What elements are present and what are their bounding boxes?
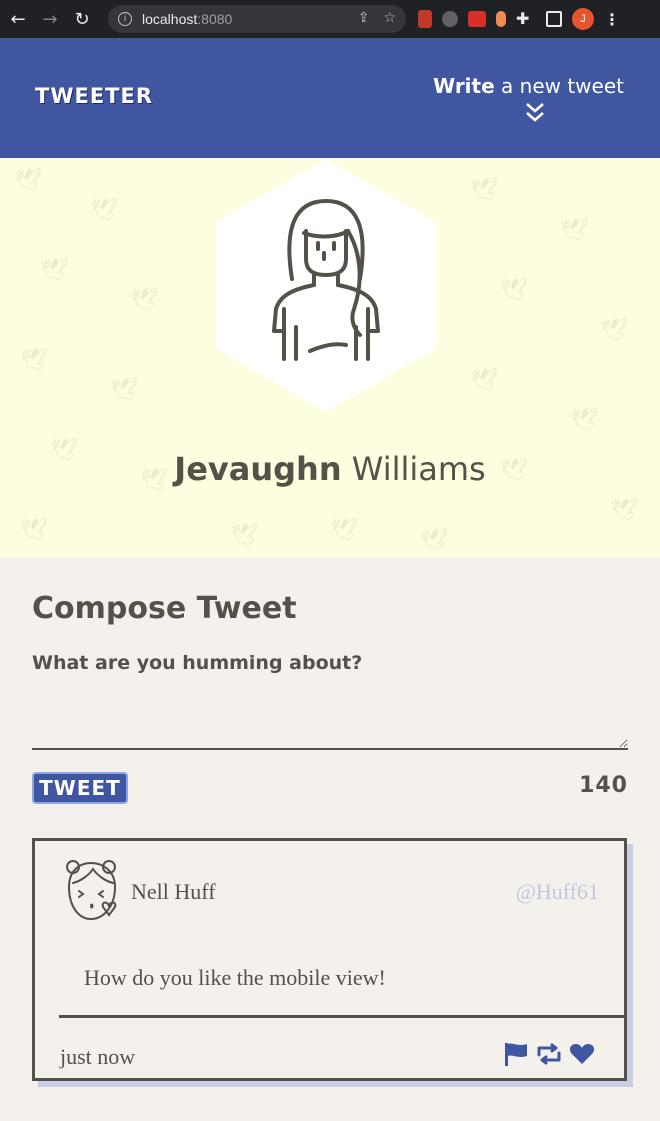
profile-avatar[interactable]: J — [572, 8, 594, 30]
extension-capsule-icon[interactable] — [496, 11, 506, 27]
profile-first-name: Jevaughn — [174, 450, 342, 488]
write-bold: Write — [433, 74, 495, 98]
bird-pattern-icon: 🕊 — [40, 258, 68, 283]
tweet-author-name: Nell Huff — [131, 879, 216, 904]
forward-icon[interactable]: → — [36, 5, 64, 33]
heart-icon[interactable] — [569, 1043, 595, 1065]
bird-pattern-icon: 🕊 — [130, 288, 158, 313]
profile-header: 🕊 🕊 🕊 🕊 🕊 🕊 🕊 🕊 🕊 🕊 🕊 🕊 🕊 🕊 🕊 🕊 🕊 🕊 🕊 🕊 — [0, 158, 660, 558]
double-chevron-down-icon[interactable] — [525, 102, 545, 124]
share-icon[interactable]: ⇪ — [358, 10, 370, 26]
compose-actions: TWEET 140 — [32, 772, 628, 832]
browser-toolbar: ← → ↻ i localhost:8080 ⇪ ☆ ✚ J ⋮ — [0, 0, 660, 38]
side-panel-icon[interactable] — [546, 11, 562, 27]
bird-pattern-icon: 🕊 — [600, 318, 628, 343]
bird-pattern-icon: 🕊 — [560, 218, 588, 243]
bird-pattern-icon: 🕊 — [500, 278, 528, 303]
url-port: :8080 — [197, 11, 233, 27]
brand-logo[interactable]: TWEETER — [35, 84, 153, 108]
bird-pattern-icon: 🕊 — [610, 498, 638, 523]
compose-title: Compose Tweet — [32, 591, 297, 626]
tweet-content: How do you like the mobile view! — [84, 965, 386, 990]
retweet-icon[interactable] — [535, 1043, 563, 1065]
bird-pattern-icon: 🕊 — [570, 408, 598, 433]
bird-pattern-icon: 🕊 — [90, 198, 118, 223]
bird-pattern-icon: 🕊 — [110, 378, 138, 403]
browser-menu-icon[interactable]: ⋮ — [604, 10, 620, 29]
write-rest: a new tweet — [501, 74, 624, 98]
character-counter: 140 — [579, 773, 628, 798]
bookmark-star-icon[interactable]: ☆ — [383, 10, 396, 26]
back-icon[interactable]: ← — [4, 5, 32, 33]
tweet-actions — [503, 1042, 595, 1066]
profile-last-name: Williams — [351, 450, 486, 488]
extension-video-icon[interactable] — [468, 11, 486, 27]
tweet-card: Nell Huff @Huff61 How do you like the mo… — [32, 838, 627, 1081]
profile-name: Jevaughn Williams — [0, 450, 660, 488]
site-info-icon[interactable]: i — [118, 12, 132, 26]
tweet-avatar — [66, 860, 117, 921]
bird-pattern-icon: 🕊 — [330, 518, 358, 543]
extension-cookie-icon[interactable] — [442, 11, 458, 27]
write-tweet-link[interactable]: Write a new tweet — [433, 74, 624, 98]
app-nav: TWEETER Write a new tweet — [0, 38, 660, 158]
tweet-textarea[interactable] — [32, 690, 628, 750]
address-bar[interactable]: i localhost:8080 ⇪ ☆ — [108, 5, 406, 33]
reload-icon[interactable]: ↻ — [68, 5, 96, 33]
tweet-author-handle: @Huff61 — [515, 879, 599, 904]
bird-pattern-icon: 🕊 — [470, 368, 498, 393]
profile-avatar-hexagon — [216, 159, 436, 412]
bird-pattern-icon: 🕊 — [470, 178, 498, 203]
tweet-divider — [59, 1015, 627, 1018]
extension-book-icon[interactable] — [418, 10, 432, 28]
flag-icon[interactable] — [503, 1042, 529, 1066]
bird-pattern-icon: 🕊 — [20, 348, 48, 373]
tweet-submit-button[interactable]: TWEET — [32, 772, 128, 804]
bird-pattern-icon: 🕊 — [14, 168, 42, 193]
url-host: localhost — [142, 11, 198, 27]
compose-section: Compose Tweet What are you humming about… — [32, 558, 628, 832]
bird-pattern-icon: 🕊 — [420, 528, 448, 553]
bird-pattern-icon: 🕊 — [20, 518, 48, 543]
tweet-timestamp: just now — [60, 1044, 136, 1069]
extensions-puzzle-icon[interactable]: ✚ — [516, 9, 536, 29]
compose-label: What are you humming about? — [32, 652, 363, 674]
bird-pattern-icon: 🕊 — [230, 523, 258, 548]
